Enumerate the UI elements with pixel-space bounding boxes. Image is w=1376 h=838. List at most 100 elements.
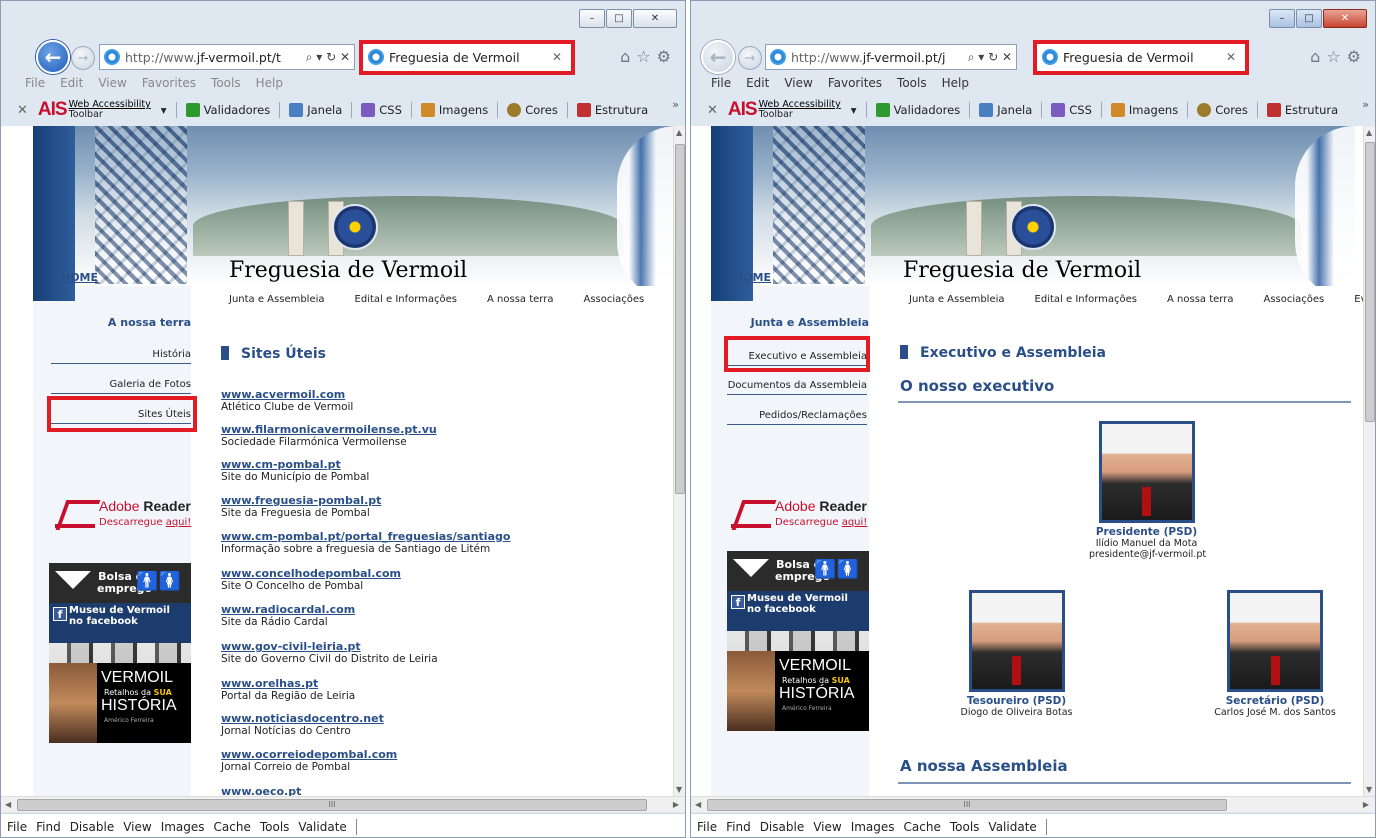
css-button[interactable]: CSS	[361, 103, 402, 117]
horizontal-scrollbar[interactable]: ◀ III ▶	[691, 796, 1375, 812]
bottom-tools[interactable]: Tools	[260, 820, 290, 834]
scroll-down-icon[interactable]: ▼	[676, 785, 682, 794]
scroll-up-icon[interactable]: ▲	[676, 128, 682, 137]
menu-file[interactable]: File	[25, 76, 45, 90]
close-toolbar-icon[interactable]: ✕	[17, 103, 28, 118]
estrutura-button[interactable]: Estrutura	[576, 103, 648, 117]
side-item-galeria[interactable]: Galeria de Fotos	[51, 379, 191, 394]
h-scroll-thumb[interactable]: III	[707, 799, 1227, 811]
adobe-download-link[interactable]: aqui!	[842, 517, 868, 528]
bottom-tools[interactable]: Tools	[950, 820, 980, 834]
cores-button[interactable]: Cores	[1197, 103, 1248, 117]
forward-button[interactable]: →	[71, 46, 95, 70]
bottom-images[interactable]: Images	[851, 820, 895, 834]
address-bar[interactable]: http://www. jf-vermoil.pt/t ⌕ ▾ ↻ ✕	[99, 44, 355, 70]
link-url[interactable]: www.freguesia-pombal.pt	[221, 495, 381, 507]
menu-view[interactable]: View	[98, 76, 126, 90]
vermoil-historia-banner[interactable]: VERMOIL Retalhos da SUA HISTÓRIA Américo…	[727, 651, 869, 731]
menu-tools[interactable]: Tools	[211, 76, 241, 90]
scroll-thumb[interactable]	[675, 144, 685, 494]
bolsa-emprego-banner[interactable]: Bolsa de emprego 🚹🚺	[727, 551, 869, 591]
bottom-validate[interactable]: Validate	[988, 820, 1036, 834]
close-window-button[interactable]: ✕	[633, 9, 677, 28]
home-link[interactable]: HOME	[61, 271, 98, 284]
link-url[interactable]: www.noticiasdocentro.net	[221, 713, 384, 725]
bolsa-emprego-banner[interactable]: Bolsa de emprego 🚹🚺	[49, 563, 191, 603]
link-url[interactable]: www.cm-pombal.pt/portal_freguesias/santi…	[221, 531, 510, 543]
address-bar[interactable]: http://www. jf-vermoil.pt/j ⌕ ▾ ↻ ✕	[765, 44, 1017, 70]
adobe-reader-banner[interactable]: Adobe Reader Descarregue aqui!	[55, 496, 195, 536]
bottom-disable[interactable]: Disable	[70, 820, 115, 834]
menu-favorites[interactable]: Favorites	[828, 76, 882, 90]
menu-edital[interactable]: Edital e Informações	[355, 294, 458, 305]
link-url[interactable]: www.filarmonicavermoilense.pt.vu	[221, 424, 437, 436]
link-url[interactable]: www.radiocardal.com	[221, 604, 355, 616]
link-url[interactable]: www.gov-civil-leiria.pt	[221, 641, 438, 653]
link-url[interactable]: www.oeco.pt	[221, 786, 301, 797]
horizontal-scrollbar[interactable]: ◀ III ▶	[1, 796, 685, 812]
address-controls[interactable]: ⌕ ▾ ↻ ✕	[963, 49, 1016, 65]
link-url[interactable]: www.acvermoil.com	[221, 389, 353, 401]
maximize-button[interactable]: □	[606, 9, 632, 28]
minimize-button[interactable]: –	[1269, 9, 1295, 28]
bottom-find[interactable]: Find	[36, 820, 61, 834]
address-controls[interactable]: ⌕ ▾ ↻ ✕	[301, 49, 354, 65]
css-button[interactable]: CSS	[1051, 103, 1092, 117]
wat-dropdown[interactable]: ▾	[161, 103, 167, 117]
close-window-button[interactable]: ✕	[1323, 9, 1367, 28]
menu-edital[interactable]: Edital e Informações	[1035, 294, 1138, 305]
wat-label[interactable]: Web Accessibility Toolbar	[69, 100, 151, 120]
scroll-right-icon[interactable]: ▶	[1363, 800, 1369, 809]
menu-junta[interactable]: Junta e Assembleia	[229, 294, 325, 305]
menu-help[interactable]: Help	[256, 76, 283, 90]
wat-dropdown[interactable]: ▾	[851, 103, 857, 117]
more-chevron-icon[interactable]: »	[1362, 98, 1369, 111]
bottom-file[interactable]: File	[7, 820, 27, 834]
bottom-disable[interactable]: Disable	[760, 820, 805, 834]
menu-edit[interactable]: Edit	[60, 76, 83, 90]
janela-button[interactable]: Janela	[979, 103, 1032, 117]
bottom-cache[interactable]: Cache	[904, 820, 941, 834]
menu-associacoes[interactable]: Associações	[583, 294, 644, 305]
bottom-file[interactable]: File	[697, 820, 717, 834]
scroll-left-icon[interactable]: ◀	[5, 800, 11, 809]
estrutura-button[interactable]: Estrutura	[1266, 103, 1338, 117]
janela-button[interactable]: Janela	[289, 103, 342, 117]
menu-edit[interactable]: Edit	[746, 76, 769, 90]
scroll-thumb[interactable]	[1365, 142, 1375, 422]
validadores-button[interactable]: Validadores	[875, 103, 960, 117]
link-url[interactable]: www.orelhas.pt	[221, 678, 355, 690]
home-link[interactable]: HOME	[734, 271, 771, 284]
vermoil-historia-banner[interactable]: VERMOIL Retalhos da SUA HISTÓRIA Américo…	[49, 663, 191, 743]
menu-junta[interactable]: Junta e Assembleia	[909, 294, 1005, 305]
scroll-right-icon[interactable]: ▶	[673, 800, 679, 809]
home-favorites-settings-icons[interactable]: ⌂☆⚙	[1310, 47, 1367, 66]
link-url[interactable]: www.concelhodepombal.com	[221, 568, 401, 580]
side-item-historia[interactable]: História	[51, 349, 191, 364]
menu-terra[interactable]: A nossa terra	[487, 294, 553, 305]
forward-button[interactable]: →	[738, 46, 762, 70]
more-chevron-icon[interactable]: »	[672, 98, 679, 111]
imagens-button[interactable]: Imagens	[1110, 103, 1178, 117]
bottom-validate[interactable]: Validate	[298, 820, 346, 834]
menu-associacoes[interactable]: Associações	[1263, 294, 1324, 305]
bottom-find[interactable]: Find	[726, 820, 751, 834]
back-button[interactable]: ←	[701, 40, 735, 74]
adobe-reader-banner[interactable]: Adobe Reader Descarregue aqui!	[731, 496, 871, 536]
cores-button[interactable]: Cores	[507, 103, 558, 117]
adobe-download-link[interactable]: aqui!	[166, 517, 192, 528]
scroll-up-icon[interactable]: ▲	[1366, 128, 1372, 137]
bottom-cache[interactable]: Cache	[214, 820, 251, 834]
home-favorites-settings-icons[interactable]: ⌂☆⚙	[620, 47, 677, 66]
bottom-view[interactable]: View	[813, 820, 841, 834]
back-button[interactable]: ←	[36, 40, 70, 74]
bottom-images[interactable]: Images	[161, 820, 205, 834]
wat-label[interactable]: Web Accessibility Toolbar	[759, 100, 841, 120]
validadores-button[interactable]: Validadores	[185, 103, 270, 117]
vertical-scrollbar[interactable]: ▲ ▼	[673, 126, 685, 796]
maximize-button[interactable]: □	[1296, 9, 1322, 28]
h-scroll-thumb[interactable]: III	[17, 799, 647, 811]
menu-help[interactable]: Help	[942, 76, 969, 90]
side-item-documentos[interactable]: Documentos da Assembleia	[727, 380, 867, 395]
link-url[interactable]: www.ocorreiodepombal.com	[221, 749, 397, 761]
